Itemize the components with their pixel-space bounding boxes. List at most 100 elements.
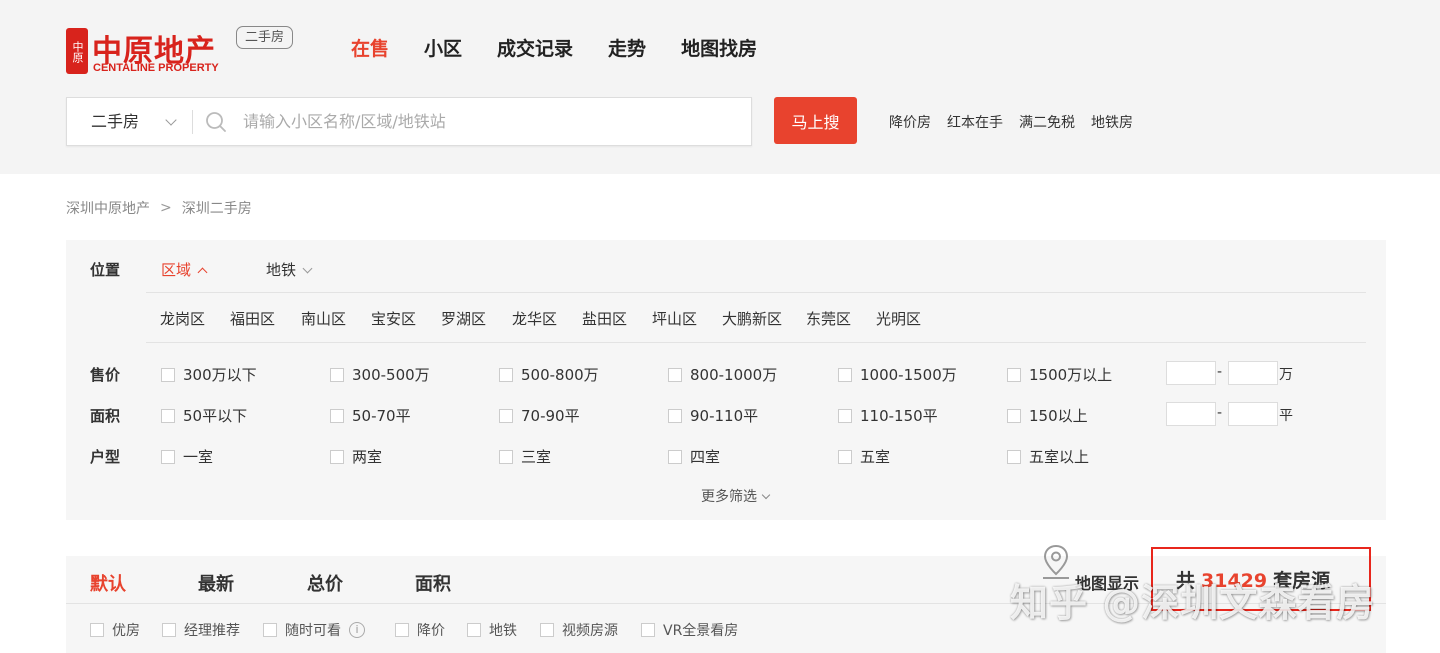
layout-option[interactable]: 两室	[330, 446, 382, 467]
district-longhua[interactable]: 龙华区	[512, 308, 557, 329]
filter-panel: 位置 区域 地铁 龙岗区 福田区 南山区 宝安区 罗湖区 龙华区 盐田区 坪山区…	[66, 240, 1386, 520]
search-input[interactable]	[243, 98, 743, 145]
tag-label: 经理推荐	[184, 623, 240, 639]
price-option[interactable]: 300-500万	[330, 364, 430, 385]
district-baoan[interactable]: 宝安区	[371, 308, 416, 329]
area-option[interactable]: 50-70平	[330, 405, 411, 426]
nav-item-for-sale[interactable]: 在售	[351, 34, 389, 61]
checkbox[interactable]	[161, 449, 175, 464]
checkbox[interactable]	[499, 408, 513, 423]
tag-filter-premium[interactable]: 优房	[90, 620, 140, 640]
checkbox[interactable]	[1007, 408, 1021, 423]
price-label: 售价	[90, 366, 121, 384]
tag-filter-video[interactable]: 视频房源	[540, 620, 618, 640]
checkbox[interactable]	[499, 367, 513, 382]
area-option[interactable]: 150以上	[1007, 405, 1088, 426]
tag-filter-viewable[interactable]: 随时可看 i	[263, 620, 365, 640]
checkbox[interactable]	[263, 623, 277, 637]
sort-total-price[interactable]: 总价	[307, 570, 343, 596]
nav-item-community[interactable]: 小区	[424, 34, 462, 61]
checkbox[interactable]	[330, 408, 344, 423]
area-option[interactable]: 50平以下	[161, 405, 247, 426]
layout-option[interactable]: 一室	[161, 446, 213, 467]
tab-district[interactable]: 区域	[161, 259, 208, 280]
price-option[interactable]: 800-1000万	[668, 364, 777, 385]
tag-label: 地铁	[489, 623, 517, 639]
district-longgang[interactable]: 龙岗区	[160, 308, 205, 329]
quick-link-red-book[interactable]: 红本在手	[947, 112, 1003, 132]
district-dapeng[interactable]: 大鹏新区	[722, 308, 782, 329]
option-label: 四室	[690, 448, 721, 466]
centaline-logo[interactable]: 中原 中原地产 CENTALINE PROPERTY	[66, 28, 226, 76]
checkbox[interactable]	[668, 449, 682, 464]
checkbox[interactable]	[161, 408, 175, 423]
price-option[interactable]: 300万以下	[161, 364, 257, 385]
district-pingshan[interactable]: 坪山区	[652, 308, 697, 329]
checkbox[interactable]	[499, 449, 513, 464]
checkbox[interactable]	[838, 367, 852, 382]
nav-item-trends[interactable]: 走势	[608, 34, 646, 61]
sort-default[interactable]: 默认	[90, 570, 126, 596]
sort-newest[interactable]: 最新	[198, 570, 234, 596]
chevron-up-icon	[197, 267, 208, 278]
tag-filter-recommended[interactable]: 经理推荐	[162, 620, 240, 640]
area-label: 面积	[90, 407, 121, 425]
area-option[interactable]: 90-110平	[668, 405, 758, 426]
breadcrumb-item[interactable]: 深圳二手房	[182, 198, 252, 218]
checkbox[interactable]	[90, 623, 104, 637]
quick-link-metro[interactable]: 地铁房	[1091, 112, 1133, 132]
tab-metro[interactable]: 地铁	[266, 259, 313, 280]
breadcrumb-item[interactable]: 深圳中原地产	[66, 198, 150, 218]
price-option[interactable]: 1500万以上	[1007, 364, 1112, 385]
layout-option[interactable]: 五室	[838, 446, 890, 467]
layout-option[interactable]: 三室	[499, 446, 551, 467]
map-pin-icon	[1043, 544, 1069, 579]
tag-filter-metro[interactable]: 地铁	[467, 620, 517, 640]
quick-link-price-drop[interactable]: 降价房	[889, 112, 931, 132]
checkbox[interactable]	[668, 408, 682, 423]
checkbox[interactable]	[540, 623, 554, 637]
quick-link-tax-free[interactable]: 满二免税	[1019, 112, 1075, 132]
area-option[interactable]: 70-90平	[499, 405, 580, 426]
checkbox[interactable]	[161, 367, 175, 382]
district-dongguan[interactable]: 东莞区	[806, 308, 851, 329]
sort-area[interactable]: 面积	[415, 570, 451, 596]
layout-label: 户型	[90, 448, 121, 466]
area-min-input[interactable]	[1166, 402, 1216, 426]
district-yantian[interactable]: 盐田区	[582, 308, 627, 329]
district-luohu[interactable]: 罗湖区	[441, 308, 486, 329]
tag-filter-price-drop[interactable]: 降价	[395, 620, 445, 640]
checkbox[interactable]	[838, 449, 852, 464]
district-nanshan[interactable]: 南山区	[301, 308, 346, 329]
layout-option[interactable]: 五室以上	[1007, 446, 1089, 467]
checkbox[interactable]	[668, 367, 682, 382]
checkbox[interactable]	[838, 408, 852, 423]
tag-label: 随时可看	[285, 623, 341, 639]
checkbox[interactable]	[1007, 367, 1021, 382]
price-option[interactable]: 500-800万	[499, 364, 599, 385]
area-option[interactable]: 110-150平	[838, 405, 938, 426]
nav-item-map-search[interactable]: 地图找房	[681, 34, 757, 61]
search-type-select[interactable]: 二手房	[67, 98, 192, 145]
district-guangming[interactable]: 光明区	[876, 308, 921, 329]
checkbox[interactable]	[1007, 449, 1021, 464]
checkbox[interactable]	[641, 623, 655, 637]
search-button[interactable]: 马上搜	[774, 97, 857, 144]
checkbox[interactable]	[467, 623, 481, 637]
district-futian[interactable]: 福田区	[230, 308, 275, 329]
checkbox[interactable]	[162, 623, 176, 637]
map-view-toggle[interactable]: 地图显示	[1040, 544, 1150, 594]
checkbox[interactable]	[330, 449, 344, 464]
tag-filter-vr[interactable]: VR全景看房	[641, 620, 738, 640]
price-min-input[interactable]	[1166, 361, 1216, 385]
price-max-input[interactable]	[1228, 361, 1278, 385]
info-icon[interactable]: i	[349, 622, 365, 638]
area-max-input[interactable]	[1228, 402, 1278, 426]
checkbox[interactable]	[395, 623, 409, 637]
layout-option[interactable]: 四室	[668, 446, 720, 467]
more-filters-button[interactable]: 更多筛选	[701, 486, 771, 506]
price-option[interactable]: 1000-1500万	[838, 364, 957, 385]
nav-item-transactions[interactable]: 成交记录	[497, 34, 573, 61]
checkbox[interactable]	[330, 367, 344, 382]
search-icon	[206, 112, 226, 132]
